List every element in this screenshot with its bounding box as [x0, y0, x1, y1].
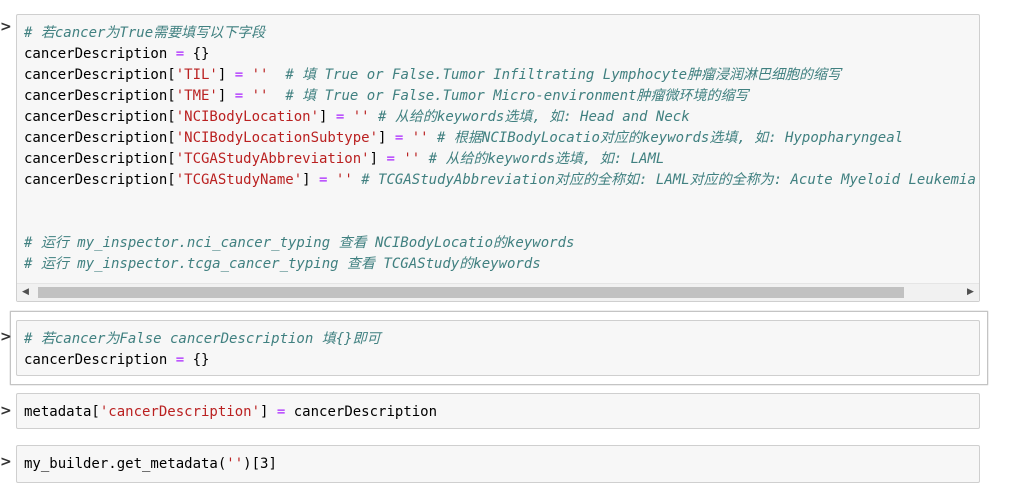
code-operator: =	[386, 151, 395, 167]
code-cell-1[interactable]: # 若cancer为True需要填写以下字段 cancerDescription …	[16, 14, 980, 302]
horizontal-scrollbar[interactable]: ◀ ▶	[17, 283, 979, 301]
code-string: 'NCIBodyLocationSubtype'	[175, 130, 379, 146]
code-line: # 运行 my_inspector.tcga_cancer_typing 查看 …	[24, 254, 979, 275]
code-token: )[3]	[243, 456, 277, 472]
code-token: ]	[217, 67, 235, 83]
code-token: cancerDescription[	[24, 130, 176, 146]
code-line: cancerDescription['TCGAStudyAbbreviation…	[24, 149, 979, 170]
code-token: cancerDescription	[24, 352, 176, 368]
code-editor[interactable]: my_builder.get_metadata('')[3]	[17, 446, 979, 475]
code-token: cancerDescription[	[24, 151, 176, 167]
code-comment: # 运行 my_inspector.tcga_cancer_typing 查看 …	[24, 256, 541, 272]
code-line: metadata['cancerDescription'] = cancerDe…	[24, 402, 979, 423]
code-string: ''	[226, 456, 244, 472]
code-comment: # 运行 my_inspector.nci_cancer_typing 查看 N…	[24, 235, 575, 251]
code-line: cancerDescription['TCGAStudyName'] = '' …	[24, 170, 979, 191]
cell-4-prompt-arrow: >	[0, 454, 12, 470]
scrollbar-thumb[interactable]	[38, 287, 904, 298]
code-string: ''	[335, 172, 353, 188]
code-line: # 运行 my_inspector.nci_cancer_typing 查看 N…	[24, 233, 979, 254]
code-string: ''	[251, 67, 269, 83]
cell-1-prompt-arrow: >	[0, 19, 12, 35]
code-comment: # TCGAStudyAbbreviation对应的全称如: LAML对应的全称…	[361, 172, 976, 188]
code-string: 'TIL'	[175, 67, 218, 83]
code-token: cancerDescription[	[24, 109, 176, 125]
code-cell-3[interactable]: metadata['cancerDescription'] = cancerDe…	[16, 393, 980, 429]
code-token: ]	[260, 404, 277, 420]
code-string: ''	[352, 109, 370, 125]
code-line: cancerDescription = {}	[24, 44, 979, 65]
code-comment: # 若cancer为False cancerDescription 填{}即可	[24, 331, 381, 347]
cell-3-prompt-arrow: >	[0, 403, 12, 419]
code-token: ]	[378, 130, 395, 146]
code-string: 'TME'	[175, 88, 218, 104]
code-string: 'TCGAStudyName'	[175, 172, 303, 188]
code-line: my_builder.get_metadata('')[3]	[24, 454, 979, 475]
code-token: cancerDescription	[24, 46, 176, 62]
code-operator: =	[234, 88, 244, 104]
scroll-left-arrow-icon[interactable]: ◀	[17, 284, 34, 301]
cell-2-prompt-arrow: >	[0, 329, 12, 345]
code-token: ]	[319, 109, 336, 125]
code-token: cancerDescription	[285, 404, 438, 420]
code-string: 'TCGAStudyAbbreviation'	[175, 151, 370, 167]
code-cell-4[interactable]: my_builder.get_metadata('')[3]	[16, 445, 980, 483]
code-token: ]	[217, 88, 235, 104]
code-line: cancerDescription['NCIBodyLocation'] = '…	[24, 107, 979, 128]
code-token: cancerDescription[	[24, 172, 176, 188]
code-operator: =	[175, 352, 185, 368]
code-token: my_builder.get_metadata(	[24, 456, 227, 472]
code-token: metadata[	[24, 404, 100, 420]
code-comment: # 若cancer为True需要填写以下字段	[24, 25, 266, 41]
code-editor[interactable]: metadata['cancerDescription'] = cancerDe…	[17, 394, 979, 423]
code-string: ''	[403, 151, 421, 167]
code-comment: # 填 True or False.Tumor Micro-environmen…	[285, 88, 749, 104]
scroll-right-arrow-icon[interactable]: ▶	[962, 284, 979, 301]
code-string: ''	[411, 130, 429, 146]
code-line: cancerDescription['TIL'] = '' # 填 True o…	[24, 65, 979, 86]
code-token: cancerDescription[	[24, 88, 176, 104]
code-string: 'cancerDescription'	[99, 404, 261, 420]
code-line: # 若cancer为False cancerDescription 填{}即可	[24, 329, 979, 350]
code-token: cancerDescription[	[24, 67, 176, 83]
code-line: cancerDescription['TME'] = '' # 填 True o…	[24, 86, 979, 107]
code-comment: # 从给的keywords选填, 如: LAML	[428, 151, 665, 167]
code-line: cancerDescription['NCIBodyLocationSubtyp…	[24, 128, 979, 149]
code-comment: # 从给的keywords选填, 如: Head and Neck	[378, 109, 690, 125]
code-token: ]	[302, 172, 320, 188]
code-comment: # 根据NCIBodyLocatio对应的keywords选填, 如: Hypo…	[437, 130, 904, 146]
code-operator: =	[234, 67, 244, 83]
code-string: 'NCIBodyLocation'	[175, 109, 320, 125]
code-cell-2[interactable]: # 若cancer为False cancerDescription 填{}即可 c…	[16, 320, 980, 376]
code-editor[interactable]: # 若cancer为True需要填写以下字段 cancerDescription …	[17, 15, 979, 275]
code-token: {}	[184, 352, 210, 368]
code-line: # 若cancer为True需要填写以下字段	[24, 23, 979, 44]
code-line: cancerDescription = {}	[24, 350, 979, 371]
code-token: ]	[369, 151, 387, 167]
code-token: {}	[184, 46, 210, 62]
code-editor[interactable]: # 若cancer为False cancerDescription 填{}即可 c…	[17, 321, 979, 371]
code-operator: =	[175, 46, 185, 62]
code-comment: # 填 True or False.Tumor Infiltrating Lym…	[285, 67, 842, 83]
code-string: ''	[251, 88, 269, 104]
